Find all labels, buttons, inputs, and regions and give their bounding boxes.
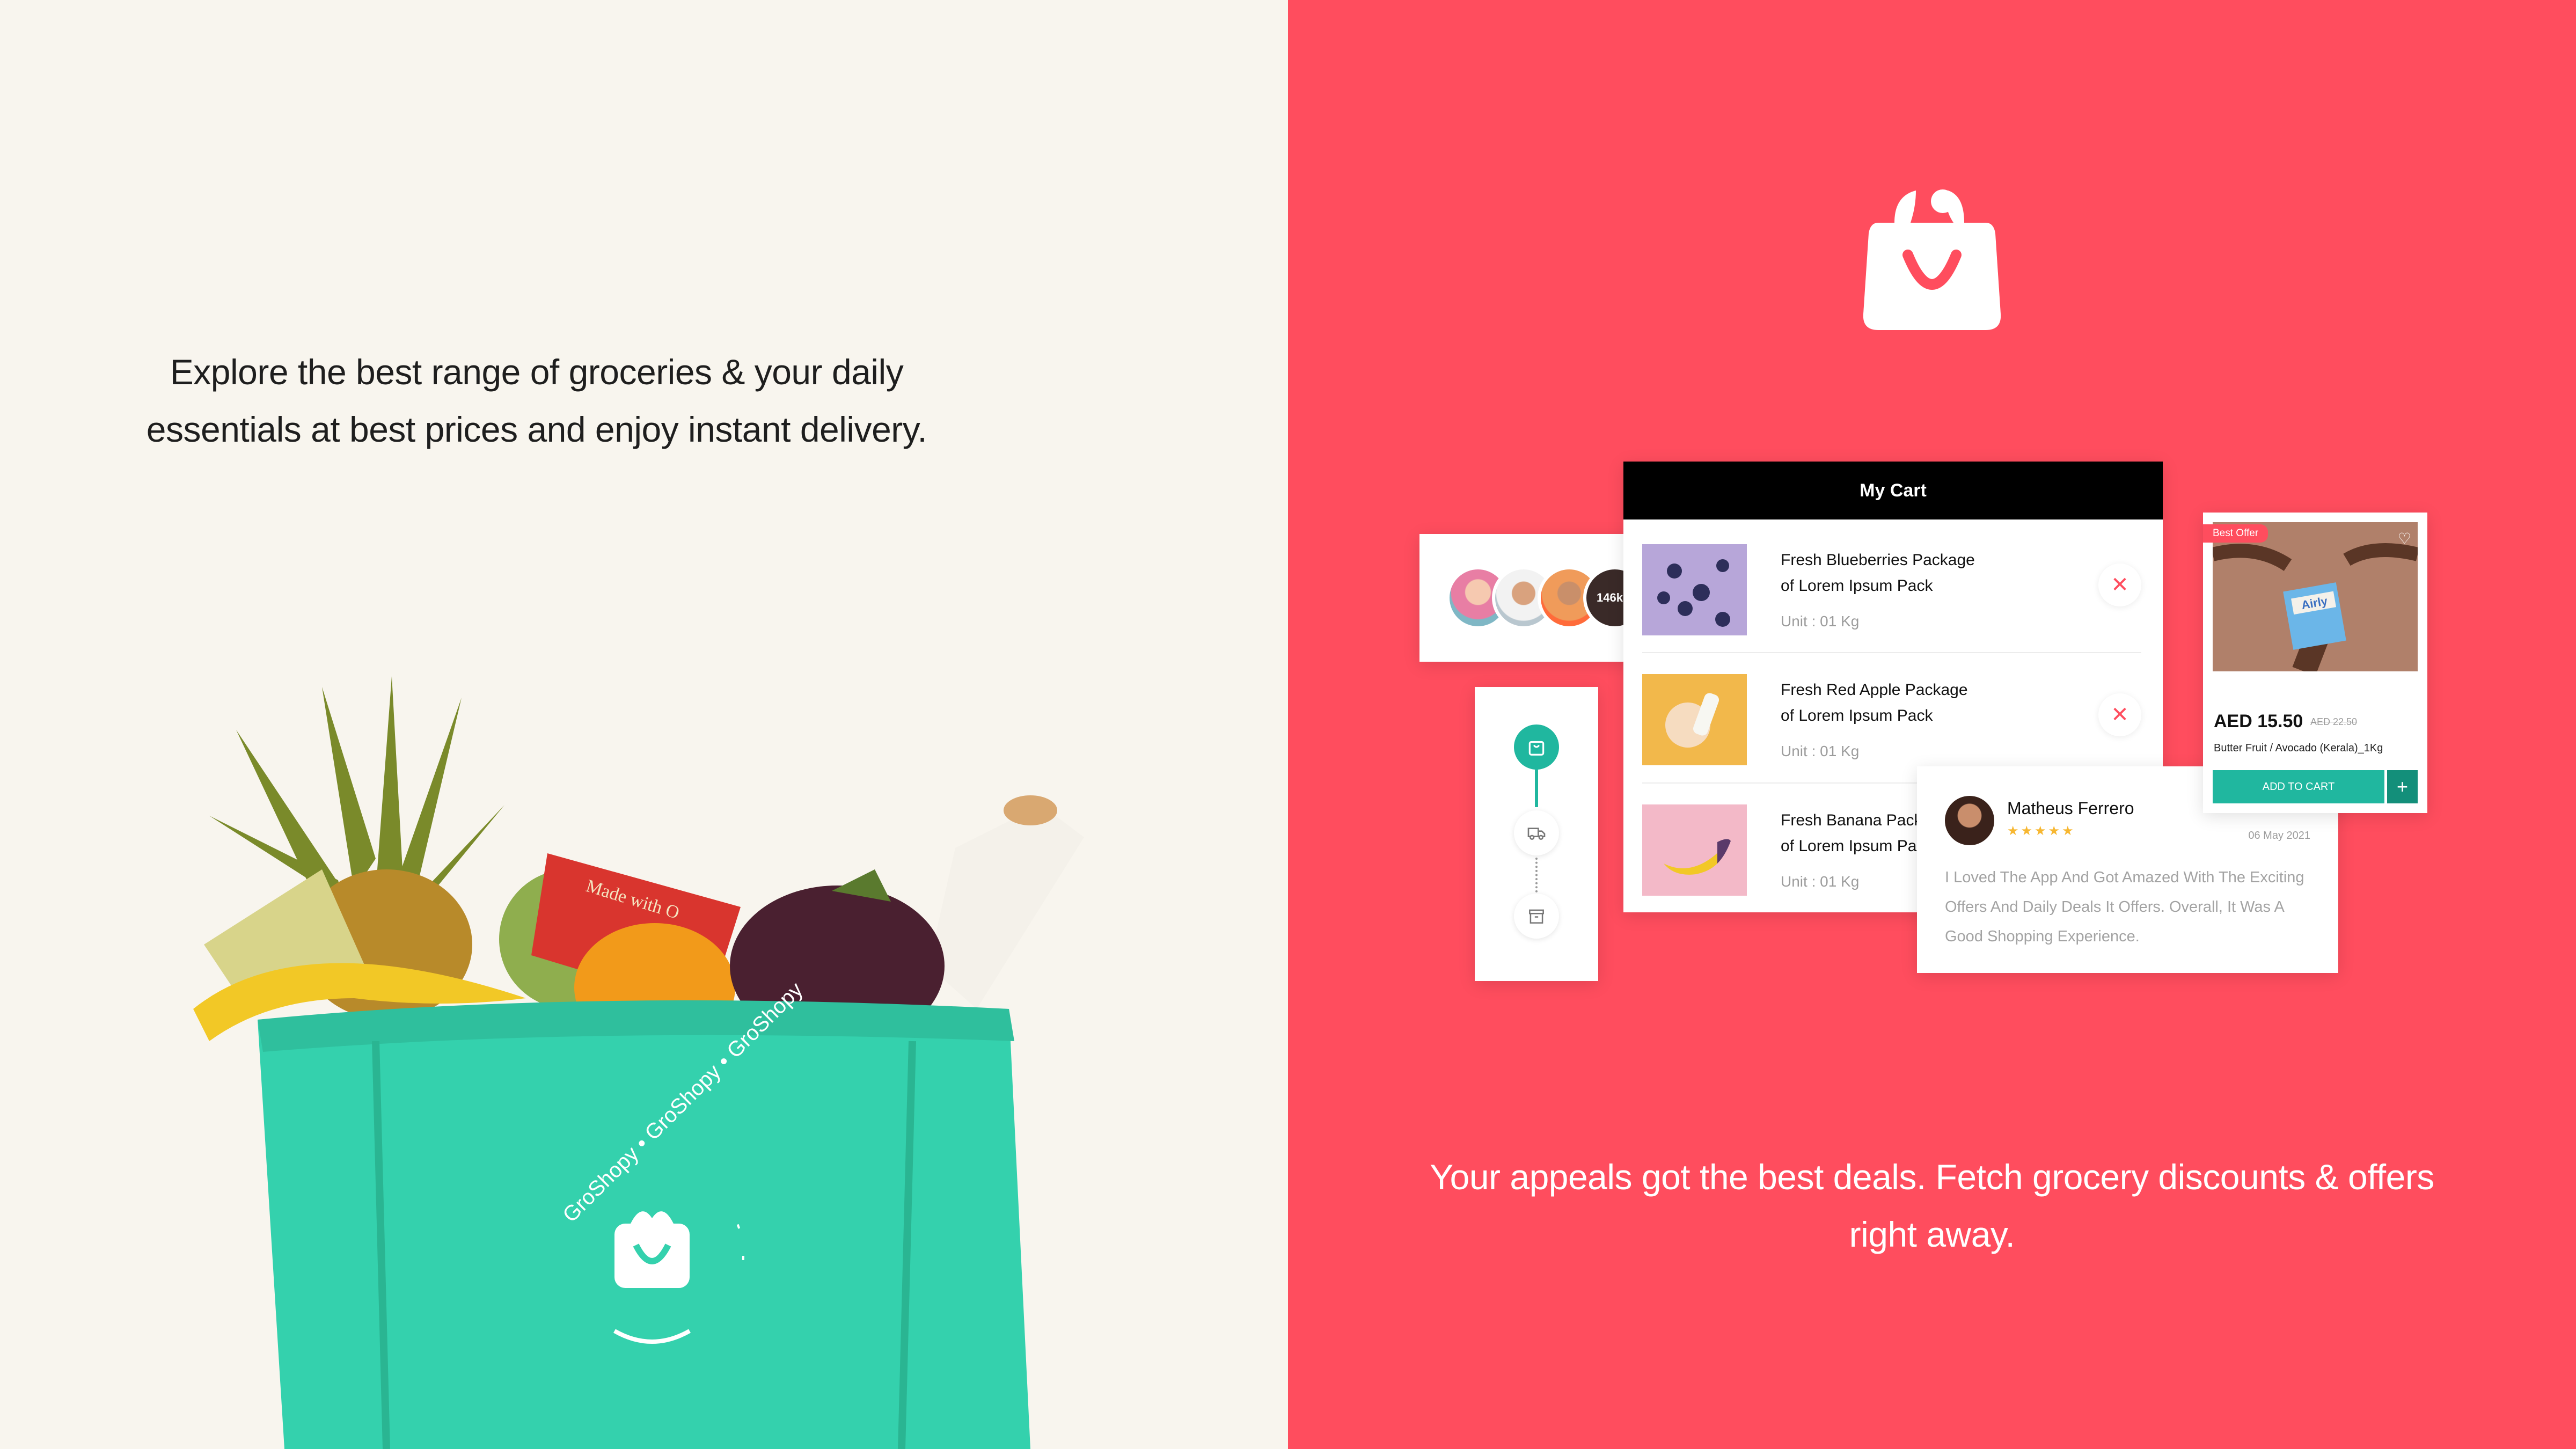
product-image: Airly <box>2213 522 2418 671</box>
review-text: I Loved The App And Got Amazed With The … <box>1945 869 2304 945</box>
cart-item[interactable]: Fresh Red Apple Package of Lorem Ipsum P… <box>1642 656 2141 785</box>
cart-item[interactable]: Fresh Blueberries Package of Lorem Ipsum… <box>1642 526 2141 655</box>
cart-item-unit: Unit : 01 Kg <box>1781 873 1860 890</box>
paper-bag <box>928 805 1084 1009</box>
heart-icon[interactable]: ♡ <box>2398 530 2411 547</box>
bread <box>1004 795 1057 825</box>
left-panel: Explore the best range of groceries & yo… <box>0 0 1288 1449</box>
best-offer-badge: Best Offer <box>2203 524 2268 543</box>
product-name: Butter Fruit / Avocado (Kerala)_1Kg <box>2214 742 2383 754</box>
grocery-bag-illustration: Made with O GroShopy • GroShopy • GroSho… <box>193 676 1084 1449</box>
cart-item-unit: Unit : 01 Kg <box>1781 613 1860 630</box>
tracker-line-active <box>1535 770 1538 807</box>
divider <box>1642 652 2141 653</box>
cart-item-title: Fresh Red Apple Package <box>1781 681 1968 699</box>
left-tagline: Explore the best range of groceries & yo… <box>146 352 927 449</box>
blueberries-image <box>1642 544 1747 635</box>
right-tagline: Your appeals got the best deals. Fetch g… <box>1430 1157 2434 1254</box>
old-price: AED 22.50 <box>2310 716 2358 727</box>
cart-title: My Cart <box>1623 462 2163 519</box>
rating-stars: ★★★★★ <box>2007 824 2076 838</box>
cart-item-unit: Unit : 01 Kg <box>1781 743 1860 759</box>
remove-item-button[interactable]: ✕ <box>2098 564 2141 606</box>
truck-icon[interactable] <box>1514 810 1559 855</box>
cart-item-subtitle: of Lorem Ipsum Pack <box>1781 707 1933 724</box>
apple-image <box>1642 674 1747 765</box>
order-tracker-card <box>1475 687 1598 981</box>
shopping-bag-icon <box>1863 189 2001 330</box>
plus-icon[interactable]: + <box>2387 770 2418 803</box>
reviewer-name: Matheus Ferrero <box>2007 799 2134 818</box>
banana-image <box>1642 804 1747 896</box>
cart-item-title: Fresh Blueberries Package <box>1781 551 1975 569</box>
cart-icon[interactable] <box>1514 724 1559 770</box>
remove-item-button[interactable]: ✕ <box>2098 693 2141 736</box>
tracker-line-pending <box>1535 858 1538 892</box>
cart-item-subtitle: of Lorem Ipsum Pack <box>1781 577 1933 595</box>
review-date: 06 May 2021 <box>2248 830 2310 841</box>
box-icon[interactable] <box>1514 894 1559 939</box>
offer-price: AED 15.50 <box>2214 711 2303 731</box>
best-offer-card[interactable]: Airly Best Offer ♡ AED 15.50 AED 22.50 B… <box>2203 513 2427 813</box>
avatar <box>1945 796 1994 845</box>
add-to-cart-button[interactable]: ADD TO CART <box>2213 770 2384 803</box>
